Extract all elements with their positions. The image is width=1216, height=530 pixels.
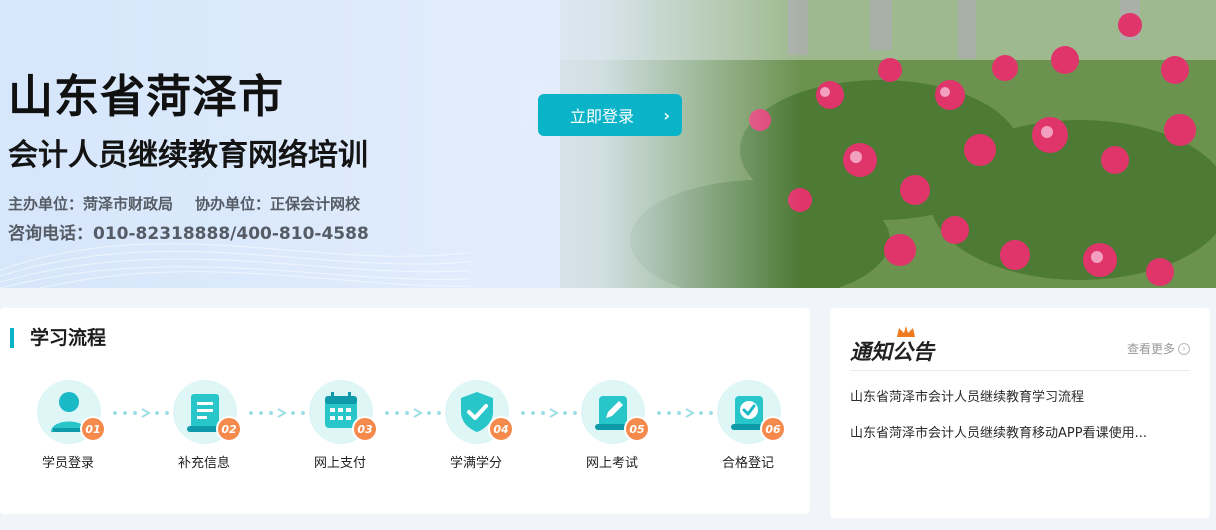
step-number-badge: 01 bbox=[80, 416, 106, 442]
process-steps: 01 学员登录 02 补充信息 03 网上支付 04 学满学分 05 网上考试 … bbox=[0, 380, 810, 480]
banner-subtitle: 会计人员继续教育网络培训 bbox=[8, 138, 368, 173]
step-label: 网上考试 bbox=[585, 456, 638, 471]
banner-fade-overlay bbox=[470, 0, 800, 288]
section-title: 学习流程 bbox=[10, 328, 106, 348]
step-number-badge: 05 bbox=[624, 416, 650, 442]
step-online-exam[interactable]: 05 网上考试 bbox=[562, 380, 662, 480]
step-label: 补充信息 bbox=[177, 456, 230, 471]
step-number-badge: 04 bbox=[488, 416, 514, 442]
step-online-payment[interactable]: 03 网上支付 bbox=[290, 380, 390, 480]
step-number-badge: 06 bbox=[760, 416, 786, 442]
step-complete-credits[interactable]: 04 学满学分 bbox=[426, 380, 526, 480]
hero-banner: 山东省菏泽市 会计人员继续教育网络培训 主办单位：菏泽市财政局 协办单位：正保会计… bbox=[0, 0, 1216, 288]
view-more-link[interactable]: 查看更多 › bbox=[1127, 340, 1190, 357]
chevron-right-icon: › bbox=[1178, 342, 1190, 355]
chevron-right-icon: › bbox=[663, 106, 670, 125]
login-button[interactable]: 立即登录 › bbox=[538, 94, 682, 136]
notice-item[interactable]: 山东省菏泽市会计人员继续教育移动APP看课使用... bbox=[850, 424, 1190, 460]
notice-title: 通知公告 bbox=[850, 339, 934, 364]
banner-title: 山东省菏泽市 bbox=[8, 70, 285, 123]
co-organizer: 协办单位：正保会计网校 bbox=[195, 195, 361, 213]
step-number-badge: 02 bbox=[216, 416, 242, 442]
organizer-line: 主办单位：菏泽市财政局 协办单位：正保会计网校 bbox=[8, 193, 360, 214]
step-label: 网上支付 bbox=[313, 456, 366, 471]
notice-list: 山东省菏泽市会计人员继续教育学习流程 山东省菏泽市会计人员继续教育移动APP看课… bbox=[850, 388, 1190, 460]
consult-phone: 咨询电话：010-82318888/400-810-4588 bbox=[8, 224, 369, 244]
notice-item[interactable]: 山东省菏泽市会计人员继续教育学习流程 bbox=[850, 388, 1190, 424]
login-button-label: 立即登录 bbox=[570, 107, 635, 126]
notice-panel: 通知公告 查看更多 › 山东省菏泽市会计人员继续教育学习流程 山东省菏泽市会计人… bbox=[830, 308, 1210, 518]
notice-divider bbox=[850, 370, 1190, 371]
step-label: 合格登记 bbox=[721, 456, 774, 471]
step-number-badge: 03 bbox=[352, 416, 378, 442]
step-supplement-info[interactable]: 02 补充信息 bbox=[154, 380, 254, 480]
step-student-login[interactable]: 01 学员登录 bbox=[18, 380, 118, 480]
step-qualified-registration[interactable]: 06 合格登记 bbox=[698, 380, 798, 480]
step-label: 学满学分 bbox=[449, 456, 502, 471]
host-organizer: 主办单位：菏泽市财政局 bbox=[8, 195, 174, 213]
learning-process-panel: 学习流程 01 学员登录 02 补充信息 03 网上支付 04 学满学分 05 … bbox=[0, 308, 810, 514]
view-more-label: 查看更多 bbox=[1126, 342, 1175, 356]
step-label: 学员登录 bbox=[41, 456, 94, 471]
